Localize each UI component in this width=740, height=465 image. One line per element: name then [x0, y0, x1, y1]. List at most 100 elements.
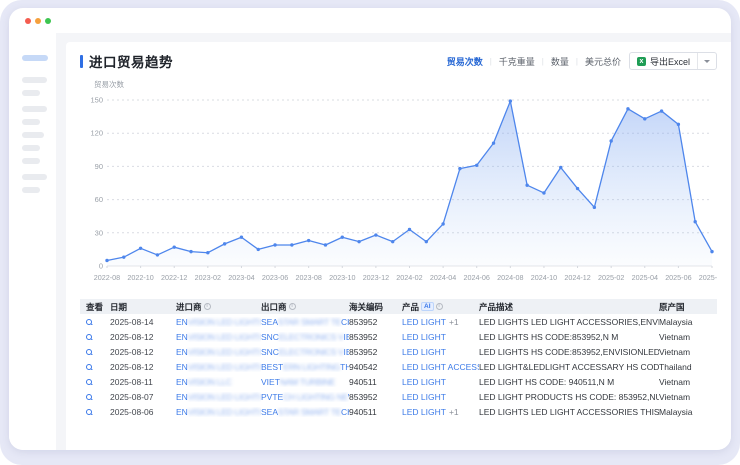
exporter-cell[interactable]: SEA STAR SMART TECH ... [261, 317, 349, 327]
view-detail-magnifier-icon[interactable] [86, 349, 92, 355]
info-icon[interactable]: i [204, 303, 211, 310]
product-cell[interactable]: LED LIGHT ACCESSORY [402, 362, 479, 372]
close-window-button[interactable] [25, 18, 31, 24]
view-cell [80, 319, 110, 325]
sidebar-item-placeholder[interactable] [22, 132, 44, 138]
importer-visible-prefix: EN [176, 392, 188, 402]
minimize-window-button[interactable] [35, 18, 41, 24]
importer-cell[interactable]: ENVISION LED LIGHTING L... [176, 392, 261, 402]
export-excel-button[interactable]: x 导出Excel [630, 53, 697, 69]
product-tag: LED LIGHT [402, 407, 446, 417]
exporter-cell[interactable]: BESTERN LIGHTING THA... [261, 362, 349, 372]
tab-1[interactable]: 贸易次数 [447, 55, 483, 68]
sidebar-item-active-placeholder[interactable] [22, 55, 48, 61]
product-tag: LED LIGHT [402, 347, 446, 357]
exporter-cell[interactable]: VIET NAM TURBINE [261, 377, 349, 387]
view-detail-magnifier-icon[interactable] [86, 394, 92, 400]
main-area: 进口贸易趋势 贸易次数|千克重量|数量|美元总价 x 导出Excel [56, 33, 731, 450]
exporter-visible-prefix: SEA [261, 407, 278, 417]
origin-country-value: Vietnam [659, 347, 690, 357]
date-value: 2025-08-11 [110, 377, 153, 387]
importer-cell[interactable]: ENVISION LLC [176, 377, 261, 387]
origin-country-value: Vietnam [659, 332, 690, 342]
chart-y-axis-title: 贸易次数 [94, 79, 717, 90]
product-cell[interactable]: LED LIGHT+1 [402, 317, 479, 327]
exporter-cell[interactable]: SEA STAR SMART TECH ... [261, 407, 349, 417]
exporter-redacted: STAR SMART TE [278, 317, 341, 327]
importer-cell[interactable]: ENVISION LED LIGHTING L... [176, 362, 261, 372]
maximize-window-button[interactable] [45, 18, 51, 24]
view-detail-magnifier-icon[interactable] [86, 319, 92, 325]
data-point-2023-09 [324, 243, 327, 246]
column-header-label: 产品 [402, 301, 419, 313]
product-cell[interactable]: LED LIGHT+1 [402, 407, 479, 417]
info-icon[interactable]: i [289, 303, 296, 310]
importer-cell[interactable]: ENVISION LED LIGHTING L... [176, 317, 261, 327]
sidebar-item-placeholder[interactable] [22, 158, 40, 164]
hs-code-value: 853952 [349, 347, 377, 357]
importer-redacted: VISION LED LIGHTI [188, 392, 260, 402]
sidebar-item-placeholder[interactable] [22, 119, 40, 125]
importer-cell[interactable]: ENVISION LED LIGHTING L... [176, 407, 261, 417]
product-cell[interactable]: LED LIGHT [402, 392, 479, 402]
product-description-value: LED LIGHTS LED LIGHT ACCESSORIES THIS SH… [479, 407, 659, 417]
view-detail-magnifier-icon[interactable] [86, 379, 92, 385]
product-cell[interactable]: LED LIGHT [402, 332, 479, 342]
area-chart-canvas[interactable]: 03060901201502022-082022-102022-122023-0… [80, 92, 717, 288]
exporter-cell[interactable]: SNC ELECTRONICS VIET... [261, 332, 349, 342]
table-row: 2025-08-12 ENVISION LED LIGHTING L...SNC … [80, 344, 717, 359]
sidebar-item-placeholder[interactable] [22, 90, 40, 96]
info-icon[interactable]: i [436, 303, 443, 310]
product-extra-count: +1 [449, 317, 459, 327]
exporter-redacted: NAM TURBINE [280, 377, 335, 387]
y-tick-label: 60 [95, 195, 103, 204]
exporter-visible-prefix: SEA [261, 317, 278, 327]
view-detail-magnifier-icon[interactable] [86, 334, 92, 340]
date-value: 2025-08-12 [110, 347, 153, 357]
exporter-cell[interactable]: PVTECH LIGHTING NEW VI... [261, 392, 349, 402]
exporter-redacted: STAR SMART TE [278, 407, 341, 417]
view-cell [80, 334, 110, 340]
data-point-2023-07 [290, 243, 293, 246]
x-tick-label: 2023-06 [262, 273, 288, 282]
data-point-2025-03 [626, 107, 629, 110]
origin-country-cell: Vietnam [659, 332, 717, 342]
x-tick-label: 2023-08 [295, 273, 321, 282]
column-header-label: 海关编码 [349, 301, 383, 313]
chevron-down-icon [704, 60, 710, 63]
excel-icon: x [637, 57, 646, 66]
column-header-label: 进口商 [176, 301, 202, 313]
tab-separator: | [490, 57, 492, 66]
data-point-2023-10 [341, 236, 344, 239]
product-cell[interactable]: LED LIGHT [402, 347, 479, 357]
export-options-button[interactable] [698, 53, 716, 69]
x-tick-label: 2022-10 [127, 273, 153, 282]
importer-cell[interactable]: ENVISION LED LIGHTING L... [176, 332, 261, 342]
view-detail-magnifier-icon[interactable] [86, 364, 92, 370]
view-detail-magnifier-icon[interactable] [86, 409, 92, 415]
x-tick-label: 2023-02 [195, 273, 221, 282]
tab-3[interactable]: 数量 [551, 55, 569, 68]
sidebar-item-placeholder[interactable] [22, 77, 47, 83]
sidebar-item-placeholder[interactable] [22, 145, 40, 151]
tab-4[interactable]: 美元总价 [585, 55, 621, 68]
x-tick-label: 2025-08 [699, 273, 717, 282]
sidebar-item-placeholder[interactable] [22, 174, 47, 180]
origin-country-cell: Thailand [659, 362, 717, 372]
tab-2[interactable]: 千克重量 [499, 55, 535, 68]
exporter-visible-prefix: VIET [261, 377, 280, 387]
title-accent-bar [80, 55, 83, 68]
sidebar-skeleton [9, 33, 56, 450]
sidebar-item-placeholder[interactable] [22, 106, 47, 112]
importer-cell[interactable]: ENVISION LED LIGHTING L... [176, 347, 261, 357]
exporter-redacted: CH LIGHTING NE [283, 392, 348, 402]
x-tick-label: 2024-10 [531, 273, 557, 282]
view-cell [80, 364, 110, 370]
exporter-cell[interactable]: SNC ELECTRONICS VIET... [261, 347, 349, 357]
product-cell[interactable]: LED LIGHT [402, 377, 479, 387]
x-tick-label: 2024-12 [564, 273, 590, 282]
data-point-2025-04 [643, 117, 646, 120]
sidebar-item-placeholder[interactable] [22, 187, 40, 193]
data-point-2025-07 [693, 220, 696, 223]
product-description-cell: LED LIGHTS HS CODE:853952,ENVISIONLED [479, 347, 659, 357]
